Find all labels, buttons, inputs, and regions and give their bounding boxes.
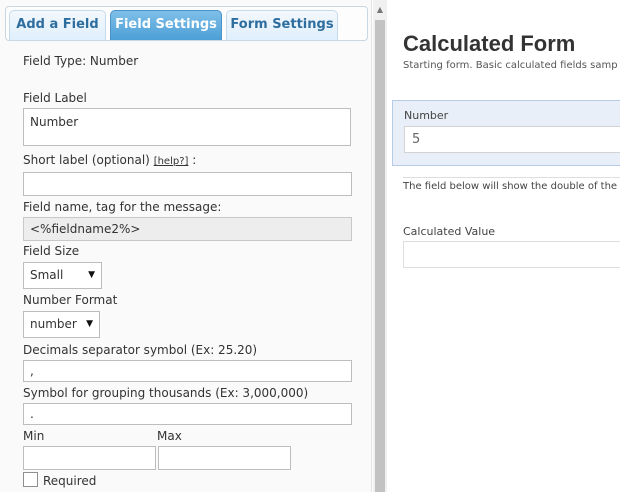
form-description: Starting form. Basic calculated fields s… [403,60,618,71]
max-label: Max [157,429,182,443]
number-field-input[interactable]: 5 [404,126,620,153]
scroll-up-icon[interactable]: ▲ [373,4,387,16]
tab-add-a-field[interactable]: Add a Field [9,10,106,40]
tab-field-settings[interactable]: Field Settings [110,10,222,40]
number-field-label: Number [404,109,449,122]
calculated-value-label: Calculated Value [403,225,496,238]
required-label: Required [43,474,97,488]
field-settings-panel: Add a Field Field Settings Form Settings… [0,0,372,492]
decimals-separator-label: Decimals separator symbol (Ex: 25.20) [23,343,258,357]
calculated-value-input[interactable] [403,241,620,268]
form-preview: Calculated Form Starting form. Basic cal… [388,0,620,492]
thousands-separator-label: Symbol for grouping thousands (Ex: 3,000… [23,386,309,400]
section-divider [403,177,620,178]
field-type-text: Field Type: Number [23,54,139,68]
number-format-label: Number Format [23,293,118,307]
short-label-text: Short label (optional) [23,153,150,167]
number-format-select[interactable]: number ▼ [23,311,100,338]
settings-scrollbar[interactable]: ▲ [373,0,387,492]
double-field-note: The field below will show the double of … [403,181,618,192]
max-input[interactable] [158,446,291,470]
number-field-block[interactable]: Number 5 [392,100,620,166]
tab-form-settings[interactable]: Form Settings [226,10,338,40]
required-checkbox[interactable] [23,472,38,487]
field-size-select[interactable]: Small ▼ [23,262,102,289]
field-size-label: Field Size [23,244,80,258]
field-name-label: Field name, tag for the message: [23,200,222,214]
field-name-tag-input[interactable]: <%fieldname2%> [23,217,352,241]
form-title: Calculated Form [403,31,576,56]
short-label-help-link[interactable]: [help?] [154,156,189,167]
min-input[interactable] [23,446,156,470]
chevron-down-icon: ▼ [88,270,95,280]
min-label: Min [23,429,45,443]
thousands-separator-input[interactable]: . [23,403,352,425]
field-label-label: Field Label [23,91,87,105]
field-size-value: Small [30,268,64,282]
short-label-input[interactable] [23,172,352,196]
builder-tab-bar: Add a Field Field Settings Form Settings [5,6,368,41]
field-label-textarea[interactable]: Number [23,108,351,146]
short-label-label: Short label (optional) [help?] : [23,153,196,169]
scrollbar-thumb[interactable] [375,20,385,492]
number-format-value: number [30,317,77,331]
short-label-colon: : [192,153,197,167]
chevron-down-icon: ▼ [86,319,93,329]
decimals-separator-input[interactable]: , [23,360,352,382]
